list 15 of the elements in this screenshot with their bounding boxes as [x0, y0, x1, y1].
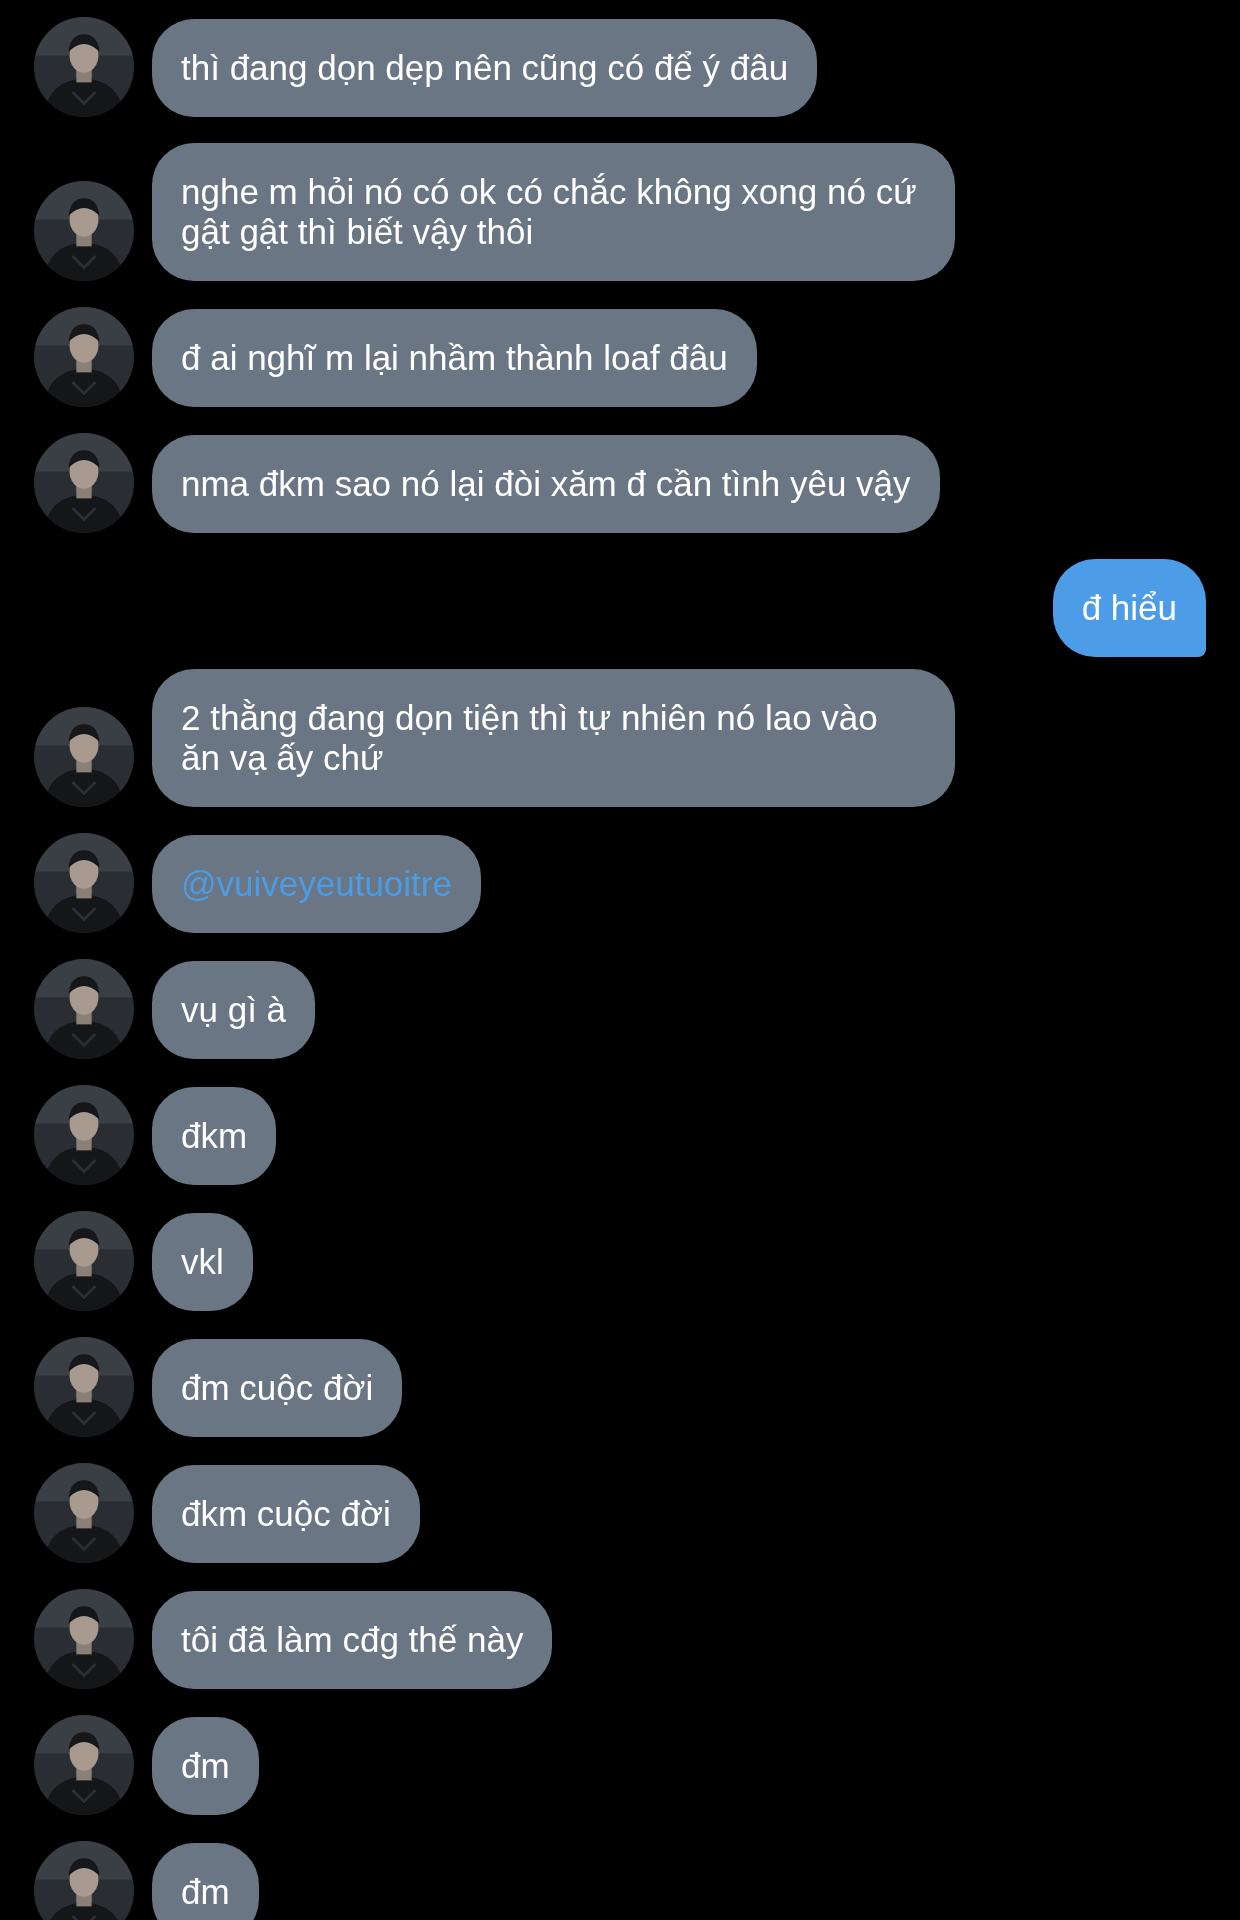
message-bubble: nma đkm sao nó lại đòi xăm đ cần tình yêu vậy — [152, 435, 940, 533]
message-bubble: đkm — [152, 1087, 277, 1185]
message-bubble: đ ai nghĩ m lại nhầm thành loaf đâu — [152, 309, 757, 407]
message-bubble: đ hiểu — [1052, 559, 1206, 657]
message-bubble: thì đang dọn dẹp nên cũng có để ý đâu — [152, 19, 818, 117]
mention-link[interactable]: @vuiveyeutuoitre — [152, 835, 481, 933]
message-bubble: tôi đã làm cđg thế này — [152, 1591, 553, 1689]
message-bubble: vụ gì à — [152, 961, 316, 1059]
message-bubble: đm cuộc đời — [152, 1339, 403, 1437]
message-bubble: đkm cuộc đời — [152, 1465, 420, 1563]
message-bubble: vkl — [152, 1213, 253, 1311]
message-bubble: 2 thằng đang dọn tiện thì tự nhiên nó lao vào ăn vạ ấy chứ — [152, 669, 955, 807]
message-bubble: nghe m hỏi nó có ok có chắc không xong nó cứ gật gật thì biết vậy thôi — [152, 143, 955, 281]
message-bubble: đm — [152, 1717, 259, 1815]
message-bubble: đm — [152, 1843, 259, 1920]
